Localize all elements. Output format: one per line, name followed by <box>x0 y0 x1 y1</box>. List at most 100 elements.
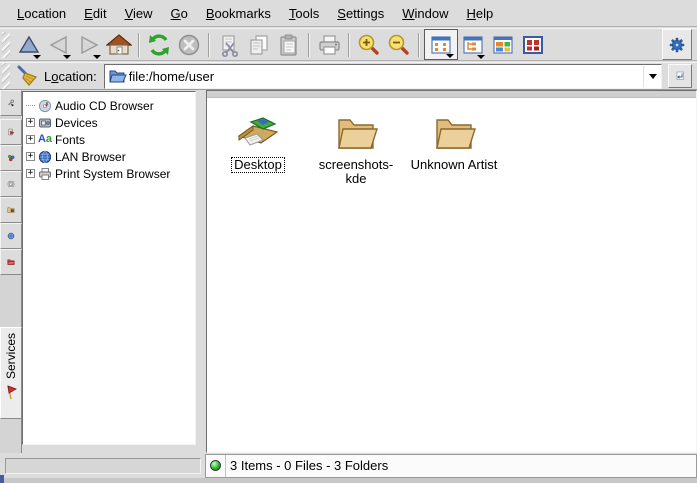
location-toolbar-drag-handle[interactable] <box>2 63 10 89</box>
zoom-in-icon <box>357 33 381 57</box>
active-view-indicator <box>207 91 696 98</box>
stop-button[interactable] <box>174 30 204 60</box>
zoom-out-button[interactable] <box>384 30 414 60</box>
expander-icon[interactable]: + <box>26 152 35 161</box>
tree-item-print-system-browser[interactable]: + Print System Browser <box>23 165 195 182</box>
main-area: Services Audio <box>0 90 697 453</box>
audio-cd-icon <box>37 99 53 113</box>
up-button[interactable] <box>14 30 44 60</box>
photobook-view-icon <box>522 34 544 56</box>
dropdown-arrow-icon <box>63 55 71 59</box>
sidebar-configure-button[interactable] <box>0 90 22 116</box>
tree-line <box>26 105 35 106</box>
multicolumn-view-button[interactable] <box>488 30 518 60</box>
icon-view-button[interactable] <box>424 29 458 60</box>
tree-item-label: Print System Browser <box>55 167 170 181</box>
icon-view-icon <box>430 34 452 56</box>
location-dropdown-button[interactable] <box>643 66 661 87</box>
location-combobox[interactable] <box>104 64 662 89</box>
colored-balls-icon <box>7 150 15 166</box>
toolbar-separator <box>418 33 420 57</box>
konqueror-gear-button[interactable] <box>662 29 692 60</box>
sidebar-tab-bookmarks[interactable] <box>0 119 22 145</box>
file-item-desktop[interactable]: Desktop <box>209 106 307 172</box>
expander-icon[interactable]: + <box>26 118 35 127</box>
paste-button[interactable] <box>274 30 304 60</box>
status-bar: 3 Items - 0 Files - 3 Folders <box>205 454 697 478</box>
services-tab-label: Services <box>4 333 18 379</box>
menu-go[interactable]: Go <box>162 2 197 25</box>
file-item-unknown-artist[interactable]: Unknown Artist <box>405 106 503 172</box>
multicolumn-view-icon <box>492 34 514 56</box>
tree-view-button[interactable] <box>458 30 488 60</box>
folder-icon-view[interactable]: Desktop screenshots-kde <box>206 90 697 453</box>
dropdown-arrow-icon <box>93 55 101 59</box>
sidebar-status-bar <box>5 458 201 474</box>
toolbar-separator <box>348 33 350 57</box>
clear-location-button[interactable] <box>14 63 40 89</box>
services-tree-panel: Audio CD Browser + Devices + Aa Fonts <box>22 91 196 445</box>
gear-icon <box>669 33 685 57</box>
zoom-out-icon <box>387 33 411 57</box>
toolbar-separator <box>138 33 140 57</box>
konqueror-window: Location Edit View Go Bookmarks Tools Se… <box>0 0 697 483</box>
status-separator <box>225 455 226 477</box>
sidebar-tab-history[interactable] <box>0 171 22 197</box>
sidebar-tab-home-folder[interactable] <box>0 197 22 223</box>
sidebar-strip-fill <box>0 419 22 453</box>
sidebar-tab-network[interactable] <box>0 223 22 249</box>
zoom-in-button[interactable] <box>354 30 384 60</box>
menu-edit[interactable]: Edit <box>75 2 115 25</box>
file-item-label: screenshots-kde <box>309 158 403 186</box>
expander-icon[interactable]: + <box>26 169 35 178</box>
tree-item-label: Devices <box>55 116 98 130</box>
expander-icon[interactable]: + <box>26 135 35 144</box>
red-flag-icon <box>4 384 18 400</box>
desktop-folder-icon <box>232 106 284 152</box>
globe-icon <box>37 150 53 164</box>
location-toolbar: Location: <box>0 62 697 90</box>
cut-button[interactable] <box>214 30 244 60</box>
status-text: 3 Items - 0 Files - 3 Folders <box>230 458 388 473</box>
broom-icon <box>15 64 39 88</box>
tree-item-fonts[interactable]: + Aa Fonts <box>23 131 195 148</box>
back-button[interactable] <box>44 30 74 60</box>
menu-tools[interactable]: Tools <box>280 2 328 25</box>
tree-item-label: Audio CD Browser <box>55 99 154 113</box>
menu-settings[interactable]: Settings <box>328 2 393 25</box>
sidebar-tab-root-folder[interactable] <box>0 249 22 275</box>
panel-splitter[interactable] <box>196 90 206 453</box>
menu-location[interactable]: Location <box>8 2 75 25</box>
main-toolbar <box>0 28 697 61</box>
go-button[interactable] <box>668 64 692 88</box>
tree-view-icon <box>462 34 484 56</box>
reload-button[interactable] <box>144 30 174 60</box>
printer-icon <box>37 167 53 181</box>
tree-item-label: Fonts <box>55 133 85 147</box>
sidebar-tab-services-active[interactable]: Services <box>0 327 22 419</box>
open-folder-icon <box>108 68 127 85</box>
menu-help[interactable]: Help <box>458 2 503 25</box>
forward-button[interactable] <box>74 30 104 60</box>
home-button[interactable] <box>104 30 134 60</box>
menu-bookmarks[interactable]: Bookmarks <box>197 2 280 25</box>
window-bottom-edge <box>0 478 697 483</box>
location-input[interactable] <box>127 69 643 84</box>
location-label: Location: <box>44 69 97 84</box>
print-button[interactable] <box>314 30 344 60</box>
tree-item-lan-browser[interactable]: + LAN Browser <box>23 148 195 165</box>
tree-item-audio-cd-browser[interactable]: Audio CD Browser <box>23 97 195 114</box>
icons-area: Desktop screenshots-kde <box>207 98 696 194</box>
sidebar-tab-applications[interactable] <box>0 145 22 171</box>
dropdown-arrow-icon <box>33 55 41 59</box>
copy-button[interactable] <box>244 30 274 60</box>
home-folder-icon <box>7 202 15 218</box>
menu-window[interactable]: Window <box>393 2 457 25</box>
history-clock-icon <box>7 176 15 192</box>
menu-view[interactable]: View <box>116 2 162 25</box>
toolbar-separator <box>208 33 210 57</box>
tree-item-devices[interactable]: + Devices <box>23 114 195 131</box>
photobook-view-button[interactable] <box>518 30 548 60</box>
toolbar-drag-handle[interactable] <box>2 32 10 58</box>
file-item-screenshots-kde[interactable]: screenshots-kde <box>307 106 405 186</box>
